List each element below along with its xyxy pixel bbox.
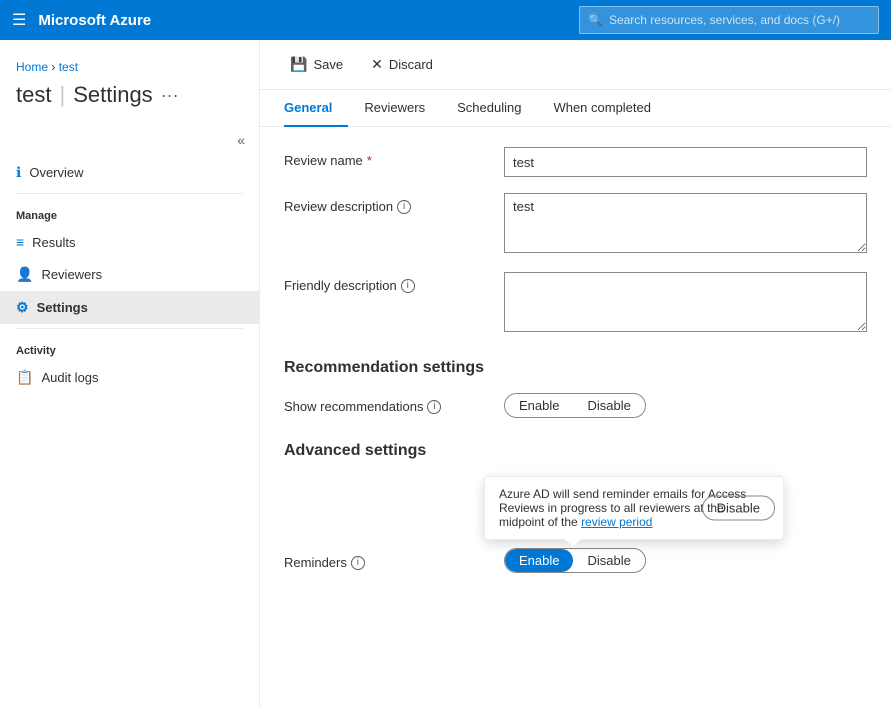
save-button[interactable]: 💾 Save	[284, 52, 349, 77]
show-recommendations-row: Show recommendations i Enable Disable	[284, 393, 867, 418]
sidebar-collapse-area: «	[0, 124, 259, 156]
tab-scheduling[interactable]: Scheduling	[441, 90, 537, 127]
manage-section-label: Manage	[0, 198, 259, 226]
main-container: Home › test test | Settings ··· « ℹ Over…	[0, 40, 891, 708]
sidebar-item-overview[interactable]: ℹ Overview	[0, 156, 259, 189]
recommendations-enable-button[interactable]: Enable	[505, 394, 573, 417]
review-description-input[interactable]: test	[504, 193, 867, 253]
tab-when-completed[interactable]: When completed	[537, 90, 667, 127]
settings-icon: ⚙	[16, 299, 29, 316]
sidebar-collapse-button[interactable]: «	[231, 128, 251, 152]
sidebar-item-auditlogs[interactable]: 📋 Audit logs	[0, 361, 259, 394]
show-recommendations-label: Show recommendations i	[284, 393, 484, 414]
auditlogs-icon: 📋	[16, 369, 33, 386]
tooltip-disable-button[interactable]: Disable	[703, 497, 774, 520]
more-options-icon[interactable]: ···	[161, 85, 179, 106]
friendly-description-input[interactable]	[504, 272, 867, 332]
breadcrumb-separator: ›	[51, 60, 55, 74]
overview-icon: ℹ	[16, 164, 21, 181]
show-recommendations-toggle: Enable Disable	[504, 393, 646, 418]
tooltip-bubble: Azure AD will send reminder emails for A…	[484, 476, 784, 540]
breadcrumb-home[interactable]: Home	[16, 60, 48, 74]
discard-icon: ✕	[371, 56, 383, 73]
page-section: Settings	[73, 82, 153, 108]
nav-divider-activity	[16, 328, 243, 329]
reminders-row: Reminders i Enable Disable	[284, 548, 867, 573]
topbar: ☰ Microsoft Azure 🔍 Search resources, se…	[0, 0, 891, 40]
title-divider: |	[59, 82, 65, 108]
review-description-label: Review description i	[284, 193, 484, 214]
page-title: test | Settings ···	[0, 78, 259, 124]
activity-section-label: Activity	[0, 333, 259, 361]
tooltip-disable-toggle: Disable	[702, 496, 775, 521]
review-name-input[interactable]	[504, 147, 867, 177]
reminders-enable-button[interactable]: Enable	[505, 549, 573, 572]
discard-button[interactable]: ✕ Discard	[365, 52, 439, 77]
reminders-toggle-group: Enable Disable	[504, 548, 646, 573]
reminders-disable-button[interactable]: Disable	[573, 549, 644, 572]
review-description-row: Review description i test	[284, 193, 867, 256]
review-description-info-icon[interactable]: i	[397, 200, 411, 214]
sidebar-results-label: Results	[32, 235, 75, 250]
global-search[interactable]: 🔍 Search resources, services, and docs (…	[579, 6, 879, 34]
friendly-description-info-icon[interactable]: i	[401, 279, 415, 293]
friendly-description-input-container	[504, 272, 867, 335]
form-area: Review name * Review description i test	[260, 127, 891, 593]
sidebar-item-results[interactable]: ≡ Results	[0, 226, 259, 258]
sidebar-auditlogs-label: Audit logs	[41, 370, 98, 385]
required-marker: *	[367, 153, 372, 168]
sidebar: Home › test test | Settings ··· « ℹ Over…	[0, 40, 260, 708]
show-recommendations-info-icon[interactable]: i	[427, 400, 441, 414]
sidebar-settings-label: Settings	[37, 300, 88, 315]
nav-divider-manage	[16, 193, 243, 194]
save-label: Save	[313, 57, 343, 72]
review-name-input-container	[504, 147, 867, 177]
save-icon: 💾	[290, 56, 307, 73]
recommendation-settings-heading: Recommendation settings	[284, 359, 867, 377]
sidebar-item-reviewers[interactable]: 👤 Reviewers	[0, 258, 259, 291]
content-area: 💾 Save ✕ Discard General Reviewers Sched…	[260, 40, 891, 708]
reminders-info-icon[interactable]: i	[351, 556, 365, 570]
app-title: Microsoft Azure	[38, 12, 567, 29]
search-icon: 🔍	[588, 13, 603, 27]
sidebar-item-settings[interactable]: ⚙ Settings	[0, 291, 259, 324]
discard-label: Discard	[389, 57, 433, 72]
reviewers-icon: 👤	[16, 266, 33, 283]
tooltip-arrow	[565, 539, 581, 547]
advanced-settings-heading: Advanced settings	[284, 442, 867, 460]
reminders-label: Reminders i	[284, 551, 484, 570]
page-name: test	[16, 82, 51, 108]
results-icon: ≡	[16, 234, 24, 250]
search-placeholder: Search resources, services, and docs (G+…	[609, 13, 840, 27]
toolbar: 💾 Save ✕ Discard	[260, 40, 891, 90]
tab-general[interactable]: General	[284, 90, 348, 127]
tab-reviewers[interactable]: Reviewers	[348, 90, 441, 127]
tab-bar: General Reviewers Scheduling When comple…	[260, 90, 891, 127]
hamburger-menu[interactable]: ☰	[12, 10, 26, 30]
tooltip-container: Azure AD will send reminder emails for A…	[284, 476, 867, 540]
sidebar-overview-label: Overview	[29, 165, 83, 180]
sidebar-reviewers-label: Reviewers	[41, 267, 102, 282]
recommendations-toggle-group: Enable Disable	[504, 393, 646, 418]
recommendations-disable-button[interactable]: Disable	[573, 394, 644, 417]
breadcrumb-current: test	[59, 60, 78, 74]
friendly-description-row: Friendly description i	[284, 272, 867, 335]
review-name-row: Review name *	[284, 147, 867, 177]
friendly-description-label: Friendly description i	[284, 272, 484, 293]
review-name-label: Review name *	[284, 147, 484, 168]
review-description-input-container: test	[504, 193, 867, 256]
tooltip-link[interactable]: review period	[581, 515, 652, 529]
breadcrumb: Home › test	[0, 52, 259, 78]
